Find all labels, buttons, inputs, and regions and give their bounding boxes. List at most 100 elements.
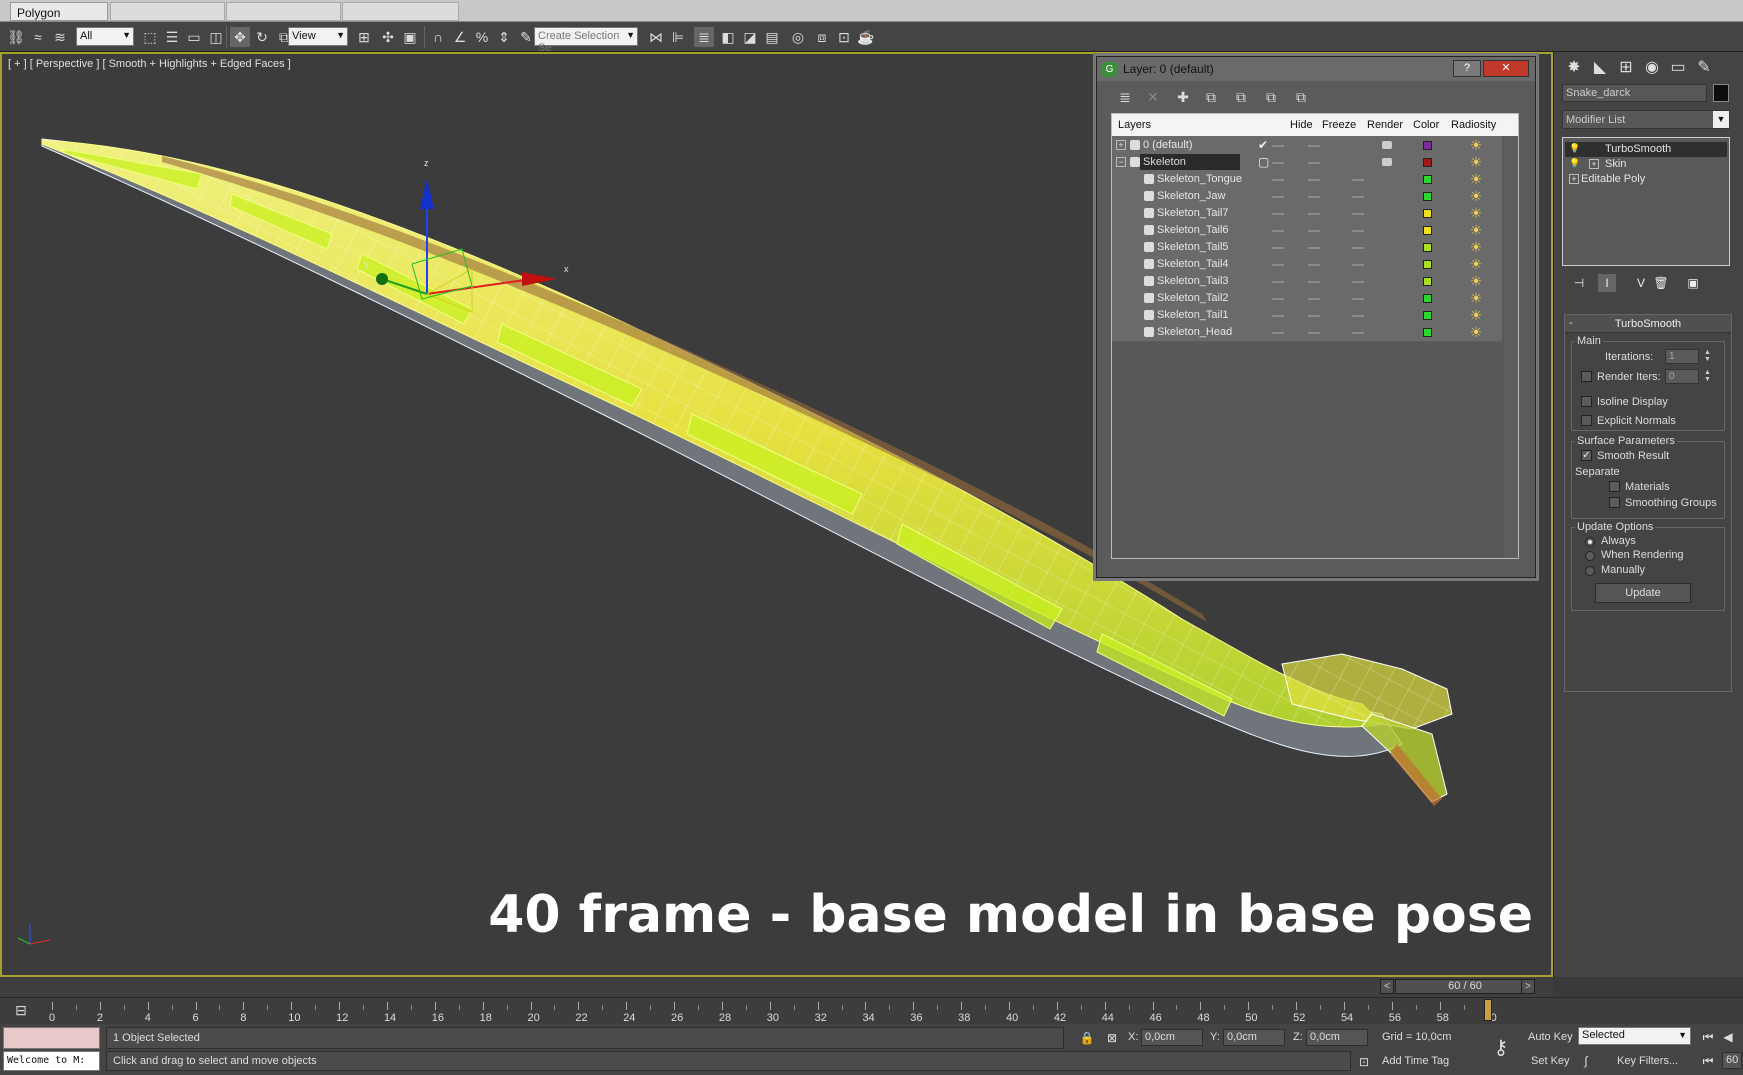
render-toggle[interactable] [1352,196,1364,198]
select-object-icon[interactable]: ⬚ [140,27,160,47]
render-toggle[interactable] [1352,247,1364,249]
freeze-toggle[interactable] [1308,247,1320,249]
layer-manager-dialog[interactable]: G Layer: 0 (default) ? ✕ ≣ ✕ ✚ ⧉ ⧉ ⧉ ⧉ L… [1096,56,1536,578]
help-button[interactable]: ? [1453,60,1481,77]
always-radio[interactable] [1585,537,1595,547]
create-tab-icon[interactable]: ✸ [1562,56,1586,80]
mini-curve-editor-icon[interactable]: ⊟ [10,1002,32,1020]
radiosity-sun-icon[interactable]: ☀ [1468,188,1484,204]
freeze-toggle[interactable] [1308,298,1320,300]
frame-display[interactable]: 60 / 60 [1395,979,1535,994]
edit-named-selection-icon[interactable]: ✎ [516,27,536,47]
mirror-icon[interactable]: ⋈ [646,27,666,47]
radiosity-sun-icon[interactable]: ☀ [1468,307,1484,323]
col-freeze[interactable]: Freeze [1322,119,1356,131]
configure-sets-icon[interactable]: ▣ [1684,274,1702,292]
object-name-field[interactable]: Snake_darck [1562,84,1707,102]
unlink-icon[interactable]: ≈ [28,27,48,47]
modifier-stack[interactable]: 💡 TurboSmooth 💡 + Skin + Editable Poly [1562,137,1730,266]
color-swatch[interactable] [1423,277,1432,286]
show-end-result-icon[interactable]: I [1598,274,1616,292]
freeze-toggle[interactable] [1308,145,1320,147]
render-toggle[interactable] [1352,315,1364,317]
explicit-normals-checkbox[interactable] [1581,415,1592,426]
hide-toggle[interactable] [1272,298,1284,300]
freeze-toggle[interactable] [1308,196,1320,198]
angle-snap-icon[interactable]: ∠ [450,27,470,47]
current-frame-field[interactable]: 60 [1722,1052,1742,1069]
hide-toggle[interactable] [1272,332,1284,334]
ribbon-empty-tab[interactable] [226,2,341,21]
render-iters-spinner[interactable]: ▲ ▼ [1703,369,1712,384]
select-rotate-icon[interactable]: ↻ [252,27,272,47]
expand-icon[interactable]: + [1569,174,1579,184]
freeze-toggle[interactable] [1308,230,1320,232]
freeze-toggle[interactable] [1308,315,1320,317]
smoothing-groups-checkbox[interactable] [1609,497,1620,508]
render-teapot-icon[interactable] [1382,158,1392,166]
set-key-button[interactable]: Set Key [1531,1055,1570,1067]
schematic-view-icon[interactable]: ▤ [762,27,782,47]
link-icon[interactable]: ⛓ [6,27,26,47]
object-color-swatch[interactable] [1713,84,1729,102]
track-ticks[interactable]: 0 2 4 6 8 10 12 14 16 18 20 22 24 26 28 30 32 34 36 38 40 42 4… [49,998,1502,1025]
radiosity-sun-icon[interactable]: ☀ [1468,171,1484,187]
expand-icon[interactable]: + [1589,159,1599,169]
reference-coordinate-dropdown[interactable]: View ▼ [288,27,348,46]
radiosity-sun-icon[interactable]: ☀ [1468,137,1484,153]
radiosity-sun-icon[interactable]: ☀ [1468,154,1484,170]
delete-layer-icon[interactable]: ✕ [1143,87,1163,107]
render-toggle[interactable] [1352,332,1364,334]
utilities-tab-icon[interactable]: ✎ [1692,56,1716,80]
align-icon[interactable]: ⊫ [668,27,688,47]
highlight-selected-icon[interactable]: ⧉ [1231,87,1251,107]
ribbon-empty-tab[interactable] [110,2,225,21]
lightbulb-icon[interactable]: 💡 [1569,144,1580,154]
layer-table-scrollbar[interactable] [1504,136,1518,558]
update-button[interactable]: Update [1595,583,1691,603]
graphite-tools-icon[interactable]: ◧ [718,27,738,47]
key-icon[interactable]: ⚷ [1488,1038,1514,1058]
freeze-all-icon[interactable]: ⧉ [1291,87,1311,107]
selection-filter-dropdown[interactable]: All ▼ [76,27,134,46]
iterations-field[interactable]: 1 [1665,349,1699,364]
maxscript-listener-field[interactable] [3,1027,100,1049]
rendered-frame-window-icon[interactable]: ⊡ [834,27,854,47]
go-to-start-icon[interactable]: ⏮ [1700,1029,1716,1045]
time-tag-icon[interactable]: ⊡ [1356,1054,1372,1070]
smooth-result-checkbox[interactable]: ✓ [1581,450,1592,461]
hierarchy-tab-icon[interactable]: ⊞ [1614,56,1638,80]
prev-frame-button[interactable]: < [1380,979,1394,994]
freeze-toggle[interactable] [1308,281,1320,283]
freeze-toggle[interactable] [1308,213,1320,215]
dialog-title-bar[interactable]: G Layer: 0 (default) ? ✕ [1097,57,1535,81]
y-coordinate-field[interactable]: 0,0cm [1223,1029,1285,1046]
spinner-snap-icon[interactable]: ⇕ [494,27,514,47]
select-by-name-icon[interactable]: ☰ [162,27,182,47]
when-rendering-radio[interactable] [1585,551,1595,561]
lock-icon[interactable]: 🔒 [1079,1030,1095,1046]
auto-key-filter-dropdown[interactable]: Selected ▼ [1578,1027,1691,1045]
isoline-display-checkbox[interactable] [1581,396,1592,407]
color-swatch[interactable] [1423,243,1432,252]
hide-toggle[interactable] [1272,264,1284,266]
radiosity-sun-icon[interactable]: ☀ [1468,290,1484,306]
pin-stack-icon[interactable]: ⊣ [1570,274,1588,292]
color-swatch[interactable] [1423,141,1432,150]
render-setup-icon[interactable]: ⧈ [812,27,832,47]
maxscript-mini-listener[interactable]: Welcome to M: [3,1051,100,1071]
object-name[interactable]: Skeleton_Tail7 [1154,205,1232,222]
color-swatch[interactable] [1423,294,1432,303]
make-unique-icon[interactable]: V [1632,274,1650,292]
hide-toggle[interactable] [1272,315,1284,317]
modify-tab-icon[interactable]: ◣ [1588,56,1612,80]
layer-name[interactable]: 0 (default) [1140,137,1240,154]
stack-item-editable-poly[interactable]: + Editable Poly [1565,172,1727,187]
bind-space-warp-icon[interactable]: ≋ [50,27,70,47]
percent-snap-icon[interactable]: % [472,27,492,47]
manually-radio[interactable] [1585,566,1595,576]
col-render[interactable]: Render [1367,119,1403,131]
object-name[interactable]: Skeleton_Tail6 [1154,222,1232,239]
radiosity-sun-icon[interactable]: ☀ [1468,256,1484,272]
select-move-icon[interactable]: ✥ [230,27,250,47]
